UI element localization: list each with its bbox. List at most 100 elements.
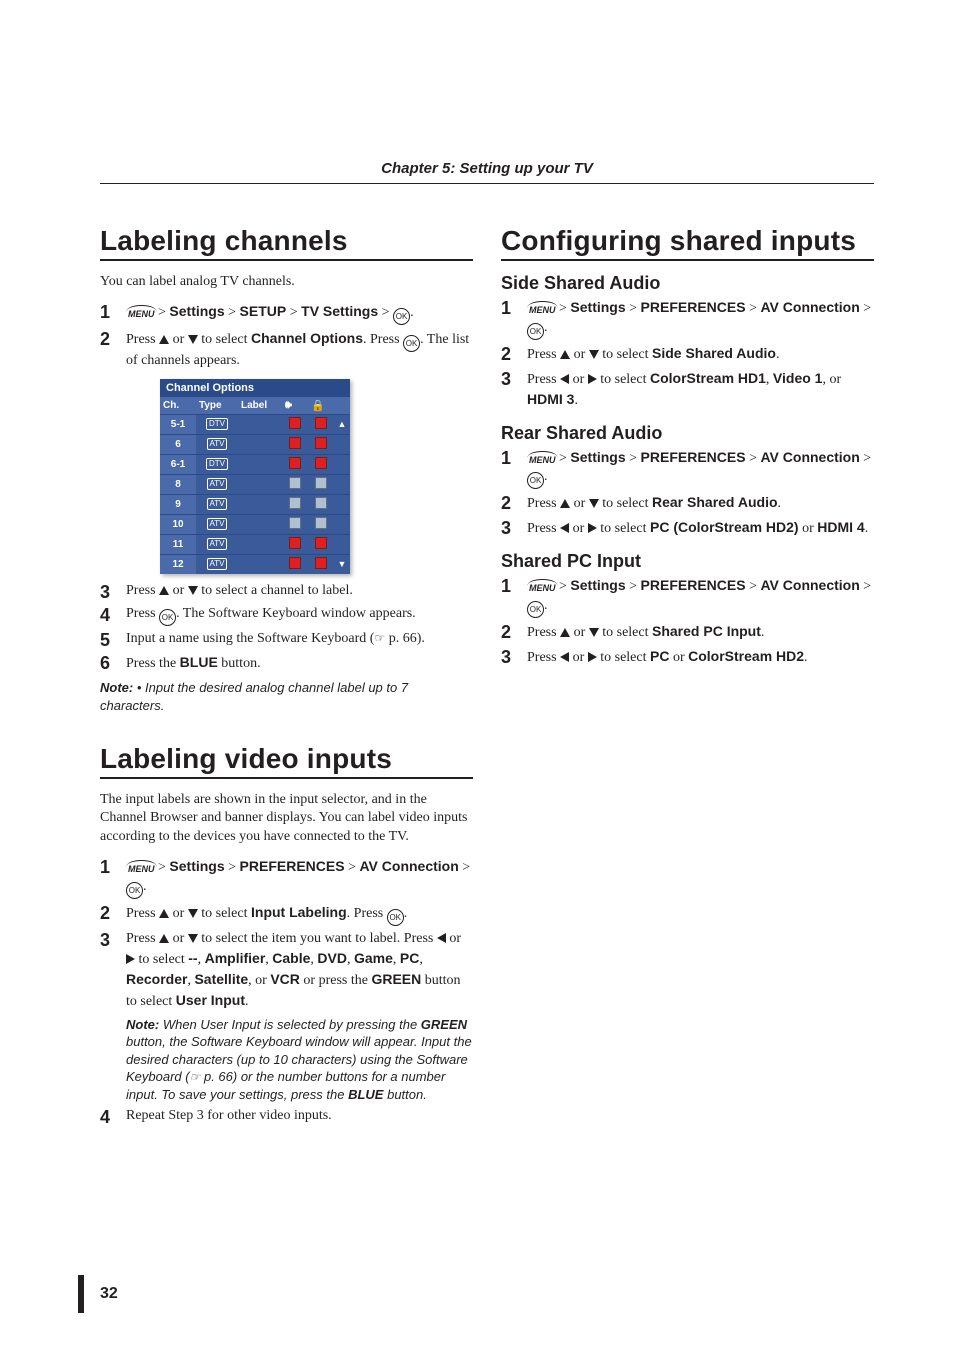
label: User Input [176,992,245,1008]
section-labeling-channels-title: Labeling channels [100,225,473,261]
ok-icon: OK [387,909,404,926]
table-cell-scroll: ▼ [334,554,350,574]
ok-icon: OK [403,335,420,352]
text: Press [527,625,560,640]
text: . Press [363,332,403,347]
label: PREFERENCES [641,449,746,465]
text: or [574,625,589,640]
text: or [573,650,588,665]
step-item: Press the BLUE button. [100,653,473,674]
table-cell-ear [282,474,308,494]
text: Press [126,583,159,598]
table-cell-ear [282,514,308,534]
text: or [669,650,688,665]
text: . The Software Keyboard window appears. [176,606,416,621]
text: or [173,332,188,347]
section-intro: The input labels are shown in the input … [100,791,473,848]
left-arrow-icon [560,374,569,384]
label: BLUE [348,1087,383,1102]
table-cell-ch: 5-1 [160,414,196,434]
step-item: Input a name using the Software Keyboard… [100,630,473,649]
label: Recorder [126,971,187,987]
table-cell-label [238,494,282,514]
ok-icon: OK [527,323,544,340]
table-cell-lock [308,554,334,574]
text: or [574,496,589,511]
table-cell-label [238,454,282,474]
label: SETUP [240,303,287,319]
step-item: MENU > Settings > SETUP > TV Settings > … [100,302,473,325]
up-arrow-icon [159,335,169,344]
step-item: Press or to select Input Labeling. Press… [100,903,473,926]
text: to select [201,906,251,921]
text: to select [602,347,652,362]
label: HDMI 4 [817,519,864,535]
step-item: MENU > Settings > PREFERENCES > AV Conne… [501,576,874,618]
text: Press [527,650,560,665]
label: Video 1 [773,370,823,386]
label: BLUE [180,654,218,670]
table-cell-ear [282,434,308,454]
text: to select [600,650,650,665]
right-arrow-icon [588,523,597,533]
label: Amplifier [205,950,266,966]
down-arrow-icon [188,335,198,344]
table-cell-lock [308,534,334,554]
table-cell-ear [282,554,308,574]
label: AV Connection [760,449,859,465]
text: or [449,931,461,946]
table-cell-type: ATV [196,434,238,454]
table-cell-label [238,534,282,554]
table-cell-type: ATV [196,554,238,574]
down-arrow-icon [188,909,198,918]
text: to select [600,521,650,536]
step-item: Press or to select Shared PC Input. [501,622,874,643]
table-cell-lock [308,474,334,494]
label: ColorStream HD2 [688,648,804,664]
label: HDMI 3 [527,391,574,407]
text: or [573,372,588,387]
text: button. [218,656,261,671]
text: p. 66). [385,631,425,646]
table-cell-type: ATV [196,514,238,534]
text: to select [600,372,650,387]
text: or [799,521,818,536]
note: Note: • Input the desired analog channel… [100,679,473,714]
down-arrow-icon [589,628,599,637]
label: VCR [270,971,300,987]
label: PREFERENCES [641,577,746,593]
text: to select [201,332,251,347]
note-inline: Note: When User Input is selected by pre… [126,1016,473,1104]
left-arrow-icon [560,523,569,533]
table-cell-scroll [334,514,350,534]
label: -- [188,950,197,966]
label: PREFERENCES [641,299,746,315]
note-label: Note: [126,1017,159,1032]
right-arrow-icon [588,374,597,384]
step-item: MENU > Settings > PREFERENCES > AV Conne… [501,448,874,490]
table-cell-scroll [334,474,350,494]
table-cell-ch: 6 [160,434,196,454]
text: to select the item you want to label. Pr… [201,931,437,946]
table-cell-lock [308,414,334,434]
label: GREEN [421,1017,467,1032]
label: Side Shared Audio [652,345,776,361]
table-cell-scroll [334,494,350,514]
label: PREFERENCES [240,858,345,874]
right-arrow-icon [126,954,135,964]
ok-icon: OK [527,601,544,618]
table-cell-scroll: ▲ [334,414,350,434]
ok-icon: OK [159,609,176,626]
text: Press [126,931,159,946]
steps-labeling-channels: MENU > Settings > SETUP > TV Settings > … [100,302,473,371]
table-cell-ch: 10 [160,514,196,534]
table-cell-type: DTV [196,454,238,474]
label: Rear Shared Audio [652,494,778,510]
down-arrow-icon [188,934,198,943]
label: ColorStream HD1 [650,370,766,386]
label: DVD [317,950,347,966]
steps-side-shared: MENU > Settings > PREFERENCES > AV Conne… [501,298,874,411]
sub-side-shared-audio: Side Shared Audio [501,273,874,294]
table-cell-ch: 11 [160,534,196,554]
steps-rear-shared: MENU > Settings > PREFERENCES > AV Conne… [501,448,874,540]
